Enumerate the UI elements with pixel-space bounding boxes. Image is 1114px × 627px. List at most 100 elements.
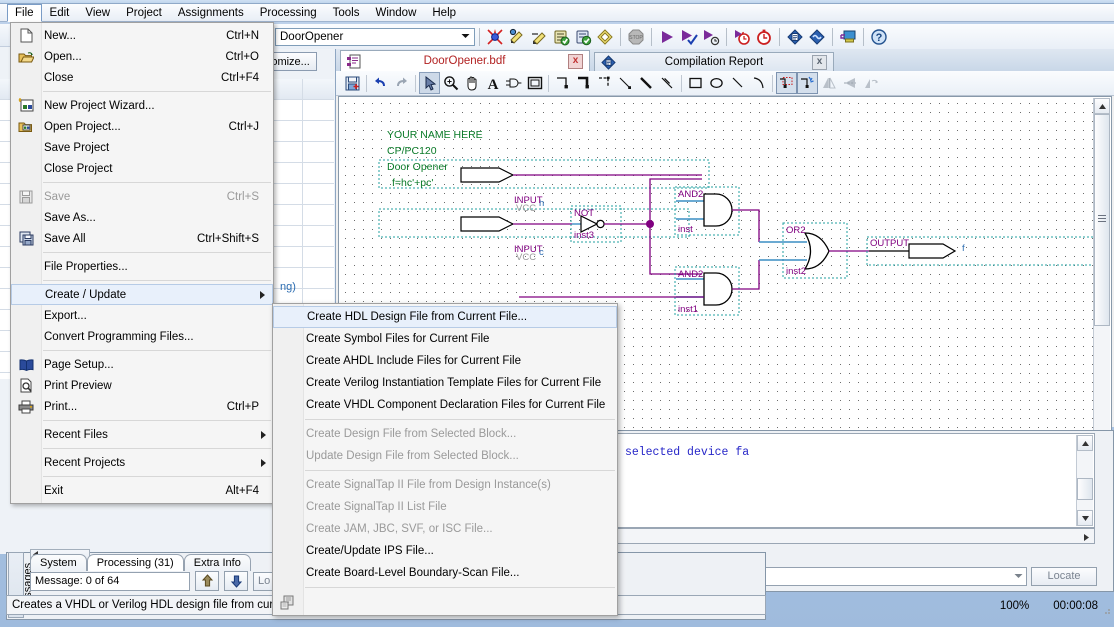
menu-help[interactable]: Help — [424, 4, 464, 22]
tab-close-icon[interactable]: x — [812, 55, 827, 70]
canvas-vertical-scrollbar[interactable] — [1093, 98, 1110, 448]
menu-item-close-project[interactable]: Close Project — [11, 158, 273, 179]
menu-assignments[interactable]: Assignments — [170, 4, 252, 22]
menu-item-create-update[interactable]: Create / Update — [11, 284, 273, 305]
start-compilation-check-icon[interactable] — [678, 26, 700, 47]
assembler-icon[interactable] — [572, 26, 594, 47]
submenu-item-create-symbol-files[interactable]: Create Symbol Files for Current File — [273, 328, 617, 350]
submenu-item-create-vhdl-component-declaration[interactable]: Create VHDL Component Declaration Files … — [273, 394, 617, 416]
tab-close-icon[interactable]: x — [568, 54, 583, 69]
menu-item-new[interactable]: New... Ctrl+N — [11, 25, 273, 46]
analysis-elaboration-icon[interactable] — [528, 26, 550, 47]
resize-grip[interactable] — [1101, 605, 1111, 615]
analysis-synthesis-icon[interactable] — [506, 26, 528, 47]
submenu-item-create-board-level-boundary-scan-file[interactable]: Create Board-Level Boundary-Scan File... — [273, 562, 617, 584]
menu-tools[interactable]: Tools — [325, 4, 368, 22]
menu-item-save-as[interactable]: Save As... — [11, 207, 273, 228]
menu-processing[interactable]: Processing — [252, 4, 325, 22]
menu-item-save-all[interactable]: Save All Ctrl+Shift+S — [11, 228, 273, 249]
compilation-report-icon[interactable] — [784, 26, 806, 47]
tab-compilation-report[interactable]: Compilation Report x — [594, 52, 834, 71]
orthogonal-bus-tool-icon[interactable] — [573, 72, 594, 94]
submenu-item-create-ahdl-include-files[interactable]: Create AHDL Include Files for Current Fi… — [273, 350, 617, 372]
symbol-tool-icon[interactable] — [503, 72, 524, 94]
menu-item-recent-files[interactable]: Recent Files — [11, 424, 273, 445]
menu-item-label: Close Project — [44, 163, 112, 175]
submenu-item-create-signaltap-list-file: Create SignalTap II List File — [273, 496, 617, 518]
menu-separator — [43, 350, 271, 351]
menu-project[interactable]: Project — [118, 4, 170, 22]
menu-item-convert-programming-files[interactable]: Convert Programming Files... — [11, 326, 273, 347]
rtl-viewer-icon[interactable] — [806, 26, 828, 47]
start-compilation-clock-icon[interactable] — [700, 26, 722, 47]
menu-view[interactable]: View — [77, 4, 118, 22]
submenu-item-label: Create Design File from Selected Block..… — [306, 428, 516, 440]
orthogonal-node-tool-icon[interactable] — [552, 72, 573, 94]
selection-tool-icon[interactable] — [419, 72, 440, 94]
menu-edit[interactable]: Edit — [42, 4, 78, 22]
menu-item-open-project[interactable]: Open Project... Ctrl+J — [11, 116, 273, 137]
scroll-thumb[interactable] — [1077, 478, 1093, 500]
undo-icon[interactable] — [370, 72, 391, 94]
message-up-button[interactable] — [195, 571, 219, 591]
chevron-down-icon[interactable] — [457, 29, 473, 44]
start-compilation-icon[interactable] — [484, 26, 506, 47]
menu-item-page-setup[interactable]: Page Setup... — [11, 354, 273, 375]
menu-item-exit[interactable]: Exit Alt+F4 — [11, 480, 273, 501]
dock-tab-extra-info[interactable]: Extra Info — [184, 554, 251, 571]
block-tool-icon[interactable] — [524, 72, 545, 94]
zoom-tool-icon[interactable] — [440, 72, 461, 94]
scroll-up-button[interactable] — [1094, 98, 1110, 114]
start-compilation-play-icon[interactable] — [656, 26, 678, 47]
fitter-icon[interactable] — [550, 26, 572, 47]
submenu-item-create-verilog-instantiation-template[interactable]: Create Verilog Instantiation Template Fi… — [273, 372, 617, 394]
rectangle-tool-icon[interactable] — [685, 72, 706, 94]
submenu-item-create-hdl-design-file[interactable]: Create HDL Design File from Current File… — [273, 306, 617, 328]
dock-tab-processing[interactable]: Processing (31) — [87, 554, 184, 571]
locate-button[interactable]: Locate — [1031, 567, 1097, 586]
menu-item-new-project-wizard[interactable]: New Project Wizard... — [11, 95, 273, 116]
diagonal-conduit-tool-icon[interactable] — [657, 72, 678, 94]
menu-item-save-project[interactable]: Save Project — [11, 137, 273, 158]
scroll-right-button[interactable] — [1078, 529, 1094, 545]
rubberbanding-icon[interactable] — [776, 72, 797, 94]
new-project-icon — [16, 97, 36, 114]
arc-tool-icon[interactable] — [748, 72, 769, 94]
diagonal-bus-tool-icon[interactable] — [636, 72, 657, 94]
menu-item-export[interactable]: Export... — [11, 305, 273, 326]
scroll-thumb[interactable] — [1094, 114, 1110, 326]
menu-item-print[interactable]: Print... Ctrl+P — [11, 396, 273, 417]
submenu-item-create-update-ips-file[interactable]: Create/Update IPS File... — [273, 540, 617, 562]
menu-item-close[interactable]: Close Ctrl+F4 — [11, 67, 273, 88]
diagonal-node-tool-icon[interactable] — [615, 72, 636, 94]
page-setup-icon — [16, 356, 36, 373]
line-tool-icon[interactable] — [727, 72, 748, 94]
project-combo[interactable]: DoorOpener — [275, 28, 475, 46]
menu-file[interactable]: File — [7, 4, 42, 22]
scroll-up-button[interactable] — [1077, 435, 1093, 451]
partial-line-selection-icon[interactable] — [797, 72, 818, 94]
menu-item-print-preview[interactable]: Print Preview — [11, 375, 273, 396]
chevron-down-icon[interactable] — [1014, 573, 1023, 579]
help-icon[interactable]: ? — [868, 26, 890, 47]
orthogonal-conduit-tool-icon[interactable] — [594, 72, 615, 94]
timing-analysis-icon[interactable] — [731, 26, 753, 47]
timing-analyzer-icon[interactable] — [594, 26, 616, 47]
scroll-down-button[interactable] — [1077, 510, 1093, 526]
submenu-item-label: Create Verilog Instantiation Template Fi… — [306, 377, 601, 389]
hand-tool-icon[interactable] — [461, 72, 482, 94]
tab-dooropener-bdf[interactable]: DoorOpener.bdf x — [340, 50, 590, 71]
message-dock-controls: Message: 0 of 64 Lo — [30, 571, 283, 591]
oval-tool-icon[interactable] — [706, 72, 727, 94]
programmer-icon[interactable] — [837, 26, 859, 47]
message-vertical-scrollbar[interactable] — [1076, 435, 1093, 526]
menu-item-file-properties[interactable]: File Properties... — [11, 256, 273, 277]
dock-tab-system[interactable]: System — [30, 554, 87, 571]
menu-item-open[interactable]: Open... Ctrl+O — [11, 46, 273, 67]
menu-window[interactable]: Window — [367, 4, 424, 22]
classic-timing-analysis-icon[interactable] — [753, 26, 775, 47]
text-tool-icon[interactable]: A — [482, 72, 503, 94]
save-icon[interactable] — [342, 72, 363, 94]
menu-item-recent-projects[interactable]: Recent Projects — [11, 452, 273, 473]
message-down-button[interactable] — [224, 571, 248, 591]
